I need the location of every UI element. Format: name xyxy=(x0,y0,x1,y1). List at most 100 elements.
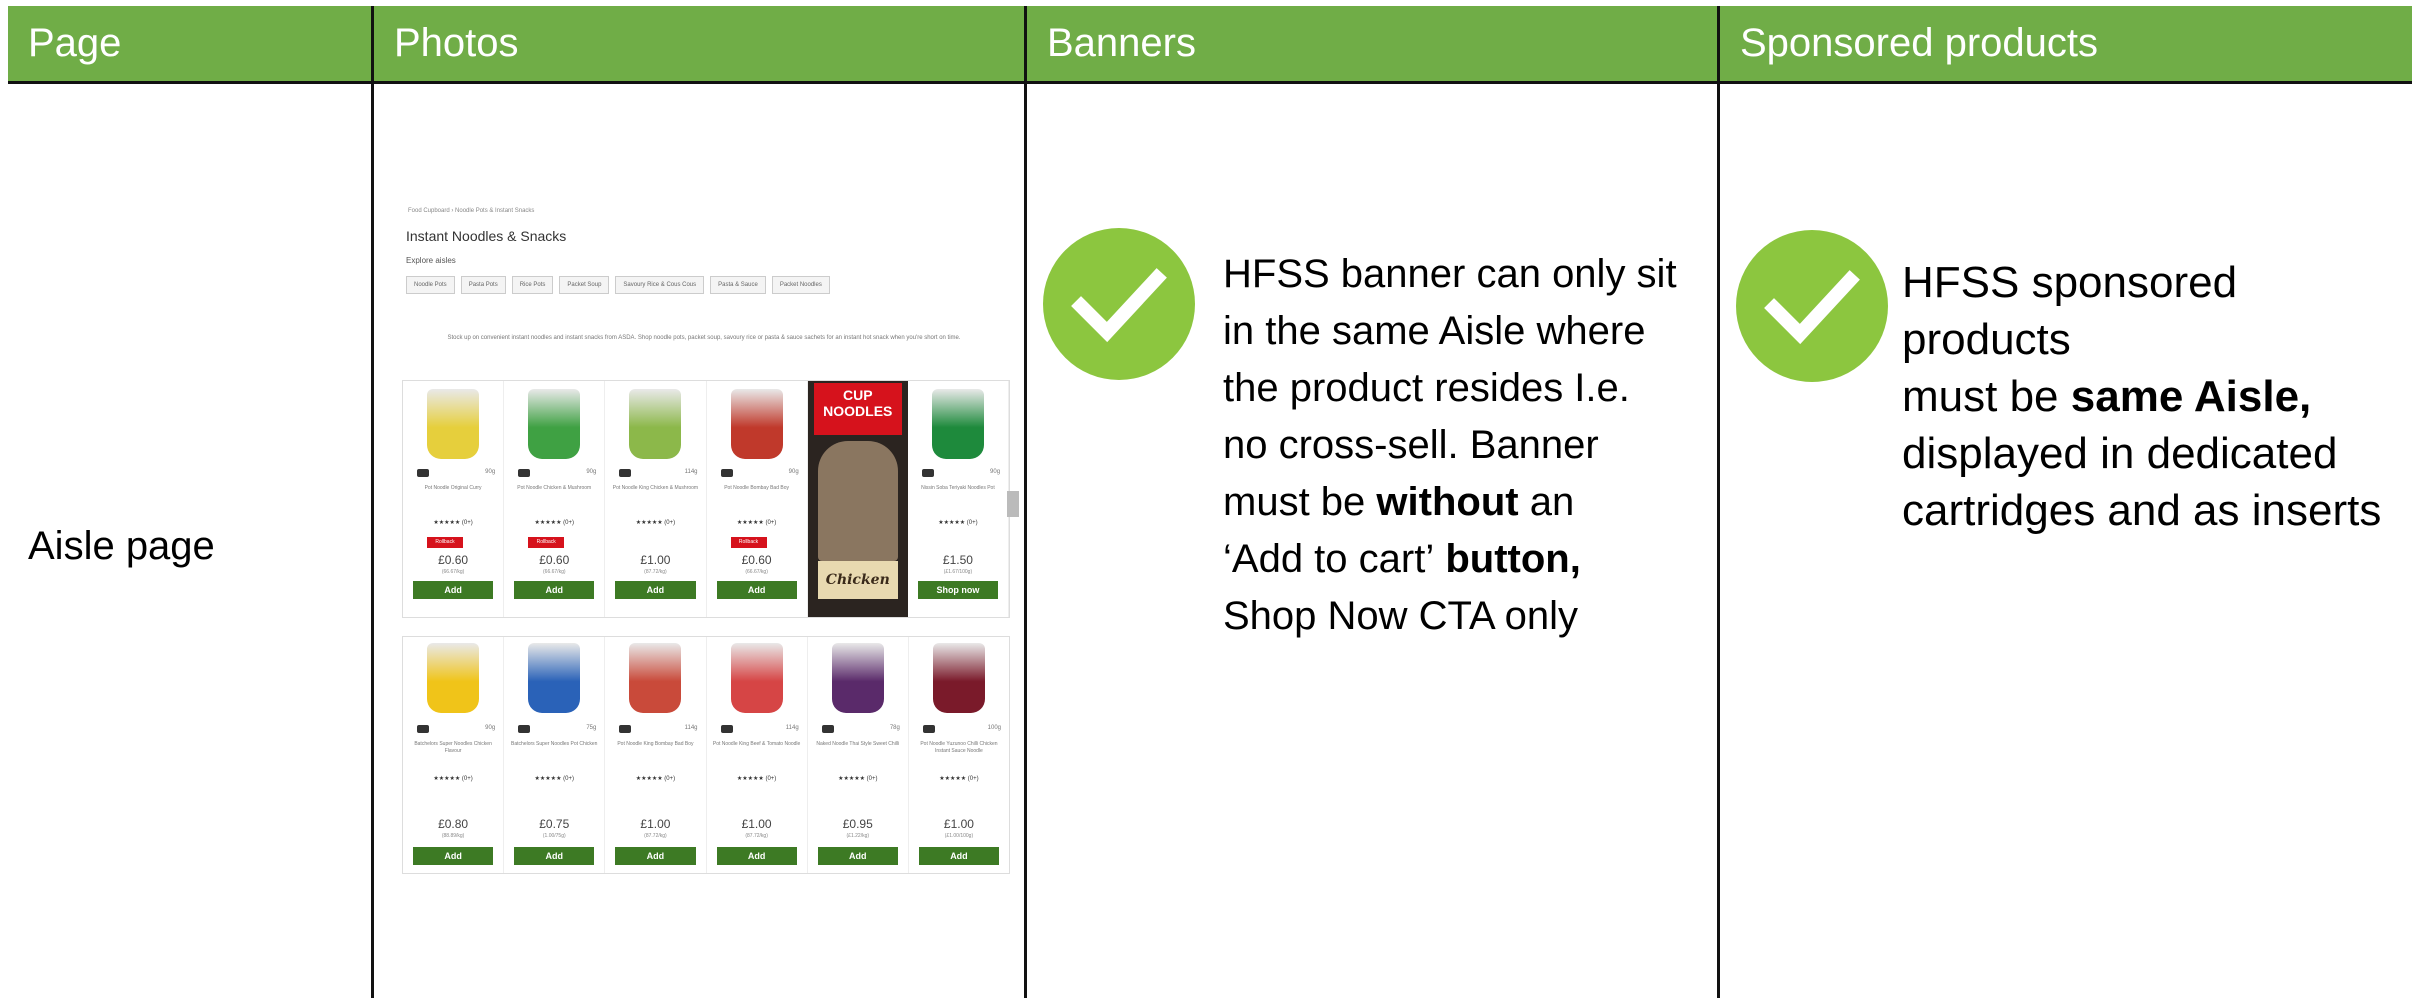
rule-line: must be same Aisle, xyxy=(1902,368,2412,425)
product-unit-price: (66.67/kg) xyxy=(441,569,465,575)
product-tile[interactable]: 75g Batchelors Super Noodles Pot Chicken ★… xyxy=(504,637,606,873)
sponsored-products-rule-text: HFSS sponsored products must be same Aisl… xyxy=(1902,254,2412,539)
product-tile[interactable]: 90g Pot Noodle Bombay Bad Boy ★★★★★ (0+) Ro… xyxy=(707,381,808,617)
product-tile[interactable]: 100g Pot Noodle Yuzunoo Chilli Chicken In… xyxy=(909,637,1009,873)
tag-icon xyxy=(417,725,429,733)
rule-text-segment: without xyxy=(1376,480,1519,524)
explore-aisles-label: Explore aisles xyxy=(406,256,456,265)
product-rating: ★★★★★ (0+) xyxy=(838,776,878,782)
product-weight: 114g xyxy=(684,469,698,475)
comparison-table: Page Photos Banners Sponsored products A… xyxy=(8,6,2412,998)
add-button[interactable]: Add xyxy=(615,581,696,599)
add-button[interactable]: Add xyxy=(918,847,1000,865)
product-image xyxy=(730,643,783,713)
product-name[interactable]: Pot Noodle King Beef & Tomato Noodle xyxy=(713,741,801,748)
product-row: 90g Batchelors Super Noodles Chicken Flav… xyxy=(402,636,1010,874)
product-name[interactable]: Pot Noodle King Chicken & Mushroom xyxy=(611,485,699,492)
product-weight: 78g xyxy=(889,725,900,731)
aisle-pill[interactable]: Pasta Pots xyxy=(460,276,506,294)
product-unit-price: (£1.00/100g) xyxy=(944,833,974,839)
add-button[interactable]: Add xyxy=(514,847,595,865)
product-name[interactable]: Batchelors Super Noodles Chicken Flavour xyxy=(409,741,497,755)
product-rating: ★★★★★ (0+) xyxy=(939,776,979,782)
add-button[interactable]: Add xyxy=(716,847,797,865)
product-image xyxy=(629,389,682,459)
product-tile[interactable]: 90g Pot Noodle Chicken & Mushroom ★★★★★ (0… xyxy=(504,381,606,617)
rule-text-segment: HFSS sponsored products xyxy=(1902,258,2238,364)
rule-line: cartridges and as inserts xyxy=(1902,482,2412,539)
product-tile[interactable]: 90g Nissin Soba Teriyaki Noodles Pot ★★★★★… xyxy=(908,381,1010,617)
product-image xyxy=(831,643,884,713)
add-button[interactable]: Add xyxy=(514,581,595,599)
product-rating: ★★★★★ (0+) xyxy=(433,776,473,782)
breadcrumb: Food Cupboard › Noodle Pots & Instant Sn… xyxy=(408,208,535,214)
product-unit-price: (87.72/kg) xyxy=(644,569,667,575)
rule-line: must be without an xyxy=(1223,474,1677,531)
rule-line: ‘Add to cart’ button, xyxy=(1223,531,1677,588)
aisle-description: Stock up on convenient instant noodles a… xyxy=(447,335,961,341)
aisle-filter-pills: Noodle Pots Pasta Pots Rice Pots Packet Sou… xyxy=(406,276,830,294)
product-tile[interactable]: 114g Pot Noodle King Bombay Bad Boy ★★★★★ … xyxy=(605,637,707,873)
add-button[interactable]: Add xyxy=(817,847,898,865)
product-image xyxy=(427,389,479,459)
product-row: 90g Pot Noodle Original Curry ★★★★★ (0+) Ro… xyxy=(402,380,1019,618)
product-tile[interactable]: 114g Pot Noodle King Chicken & Mushroom ★★… xyxy=(605,381,707,617)
product-name[interactable]: Pot Noodle Yuzunoo Chilli Chicken Instan… xyxy=(915,741,1003,755)
add-button[interactable]: Add xyxy=(413,847,494,865)
product-name[interactable]: Nissin Soba Teriyaki Noodles Pot xyxy=(914,485,1002,492)
product-price: £1.50 xyxy=(942,553,973,567)
product-name[interactable]: Pot Noodle Bombay Bad Boy xyxy=(713,485,801,492)
aisle-pill[interactable]: Packet Soup xyxy=(559,276,610,294)
rule-text-segment: must be xyxy=(1902,372,2071,421)
add-button[interactable]: Add xyxy=(716,581,797,599)
add-button[interactable]: Add xyxy=(615,847,696,865)
product-price: £0.60 xyxy=(539,553,570,567)
product-price: £0.60 xyxy=(741,553,772,567)
product-rating: ★★★★★ (0+) xyxy=(534,776,574,782)
product-image xyxy=(730,389,783,459)
carousel-next-arrow-icon[interactable] xyxy=(1007,491,1019,517)
rule-line: HFSS banner can only sit xyxy=(1223,246,1677,303)
tag-icon xyxy=(619,469,632,477)
promo-banner-image xyxy=(817,441,898,561)
rule-text-segment: cartridges and as inserts xyxy=(1902,486,2382,535)
aisle-pill[interactable]: Rice Pots xyxy=(511,276,554,294)
promo-banner[interactable]: CUP NOODLES Chicken xyxy=(807,381,908,617)
product-name[interactable]: Pot Noodle Chicken & Mushroom xyxy=(510,485,598,492)
rule-line: the product resides I.e. xyxy=(1223,360,1677,417)
product-tile[interactable]: 90g Pot Noodle Original Curry ★★★★★ (0+) Ro… xyxy=(403,381,505,617)
product-price: £1.00 xyxy=(741,817,772,831)
aisle-pill[interactable]: Pasta & Sauce xyxy=(710,276,766,294)
product-tile[interactable]: 78g Naked Noodle Thai Style Sweet Chilli ★… xyxy=(808,637,909,873)
product-name[interactable]: Naked Noodle Thai Style Sweet Chilli xyxy=(814,741,902,748)
column-divider xyxy=(1024,6,1027,998)
header-banners: Banners xyxy=(1027,6,1717,81)
product-tile[interactable]: 90g Batchelors Super Noodles Chicken Flav… xyxy=(403,637,505,873)
product-name[interactable]: Pot Noodle King Bombay Bad Boy xyxy=(611,741,699,748)
header-page: Page xyxy=(8,6,371,81)
product-price: £0.75 xyxy=(539,817,570,831)
rule-text-segment: same Aisle, xyxy=(2070,372,2312,421)
rule-line: displayed in dedicated xyxy=(1902,425,2412,482)
aisle-pill[interactable]: Noodle Pots xyxy=(406,276,455,294)
product-name[interactable]: Pot Noodle Original Curry xyxy=(409,485,497,492)
product-tile[interactable]: 114g Pot Noodle King Beef & Tomato Noodle… xyxy=(707,637,808,873)
shop-now-button[interactable]: Shop now xyxy=(917,581,999,599)
add-button[interactable]: Add xyxy=(413,581,494,599)
product-weight: 90g xyxy=(485,469,496,475)
tag-icon xyxy=(821,725,834,733)
product-weight: 114g xyxy=(785,725,799,731)
tag-icon xyxy=(720,469,733,477)
product-name[interactable]: Batchelors Super Noodles Pot Chicken xyxy=(510,741,598,748)
product-price: £1.00 xyxy=(943,817,974,831)
product-unit-price: (£1.67/100g) xyxy=(943,569,973,575)
product-image xyxy=(528,643,581,713)
product-unit-price: (£1.22/kg) xyxy=(846,833,870,839)
tag-icon xyxy=(518,469,531,477)
product-rating: ★★★★★ (0+) xyxy=(433,520,473,526)
aisle-pill[interactable]: Savoury Rice & Cous Cous xyxy=(615,276,705,294)
product-weight: 114g xyxy=(684,725,698,731)
aisle-pill[interactable]: Packet Noodles xyxy=(771,276,830,294)
product-unit-price: (66.67/kg) xyxy=(745,569,768,575)
promo-banner-title: CUP NOODLES xyxy=(813,383,902,435)
